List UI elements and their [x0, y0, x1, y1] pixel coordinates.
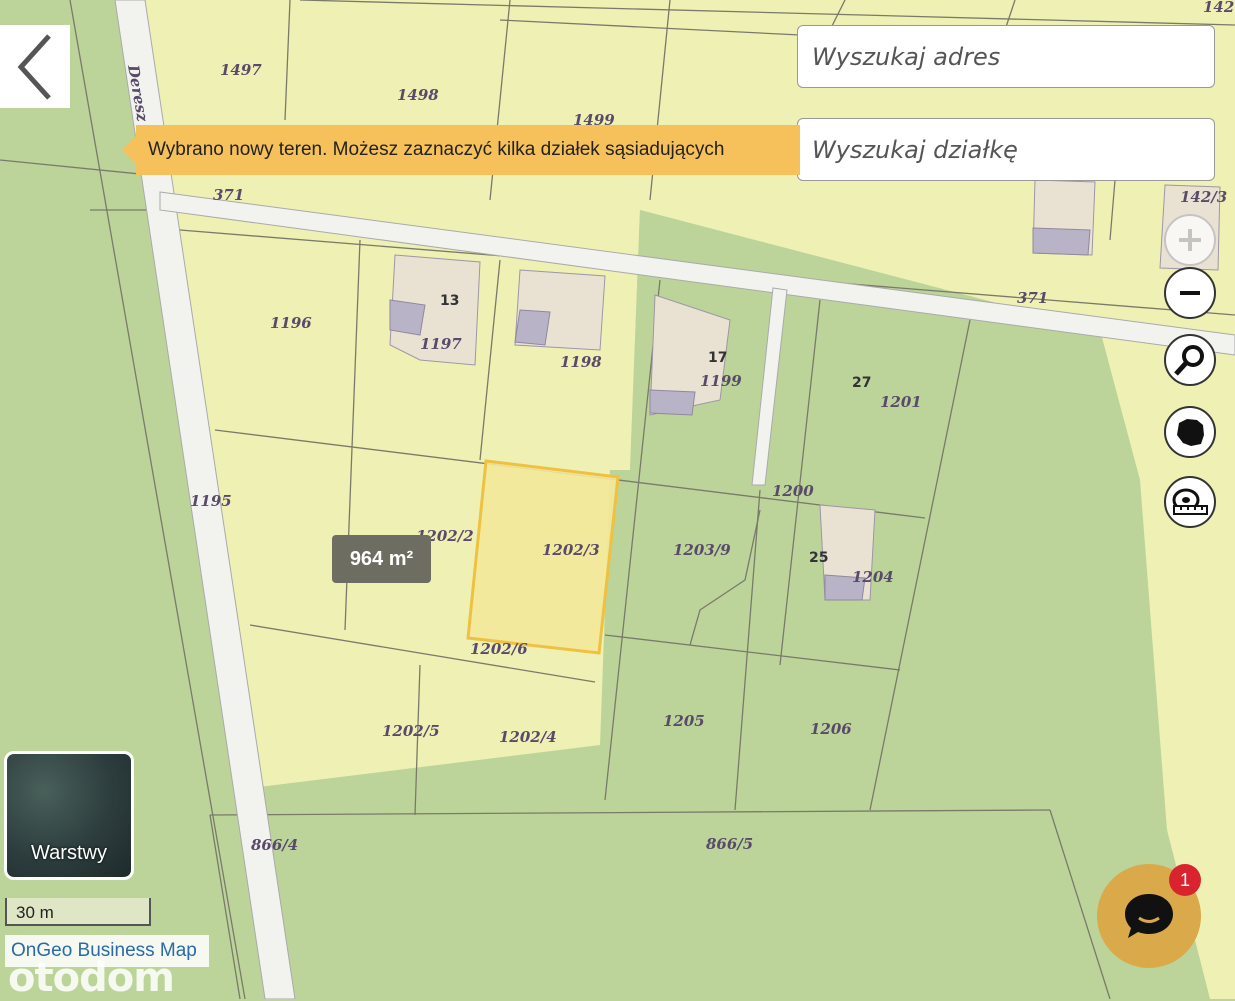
notification-badge: 1: [1169, 864, 1201, 896]
address-search-field[interactable]: [797, 25, 1215, 88]
watermark: otodom: [8, 955, 175, 1001]
minus-icon: [1180, 291, 1200, 295]
parcel-label: 1200: [772, 482, 814, 500]
parcel-label: 1497: [220, 61, 262, 79]
back-button[interactable]: [0, 25, 70, 108]
address-search-input[interactable]: [812, 42, 1214, 71]
scale-bar: 30 m: [5, 898, 151, 926]
parcel-search-field[interactable]: [797, 118, 1215, 181]
parcel-label: 1206: [810, 720, 852, 738]
parcel-label: 142: [1203, 0, 1234, 16]
house-number: 27: [852, 375, 871, 391]
scale-label: 30 m: [16, 903, 54, 922]
parcel-label: 1195: [190, 492, 232, 510]
search-tool-button[interactable]: [1164, 334, 1216, 386]
parcel-search-input[interactable]: [812, 135, 1214, 164]
parcel-label: 1199: [700, 372, 742, 390]
zoom-out-button[interactable]: [1164, 267, 1216, 319]
parcel-label: 866/5: [706, 835, 753, 853]
parcel-label: 1202/6: [470, 640, 528, 658]
measure-tool-button[interactable]: [1164, 476, 1216, 528]
layers-label: Warstwy: [31, 842, 107, 864]
poland-map-icon: [1177, 419, 1204, 446]
tape-measure-icon: [1172, 488, 1208, 515]
street-label: 371: [213, 186, 244, 204]
layers-button[interactable]: Warstwy: [4, 751, 134, 880]
country-view-button[interactable]: [1164, 406, 1216, 458]
parcel-label: 1204: [852, 568, 894, 586]
area-value: 964 m²: [349, 547, 414, 570]
parcel-label: 1202/4: [499, 728, 557, 746]
plus-icon: [1179, 229, 1201, 251]
parcel-label: 1197: [420, 335, 462, 353]
house-number: 13: [440, 293, 459, 309]
parcel-label: 1202/5: [382, 722, 440, 740]
parcel-label: 1198: [560, 353, 602, 371]
chevron-left-icon: [17, 33, 51, 100]
parcel-label: 1498: [397, 86, 439, 104]
notification-count: 1: [1179, 869, 1190, 890]
area-badge: 964 m²: [332, 535, 431, 583]
parcel-label: 866/4: [251, 836, 298, 854]
chat-bubble-icon: [1125, 894, 1173, 938]
house-number: 25: [809, 550, 828, 566]
selection-tooltip: Wybrano nowy teren. Możesz zaznaczyć kil…: [122, 125, 800, 175]
house-number: 17: [708, 350, 727, 366]
parcel-label: 1203/9: [673, 541, 731, 559]
parcel-label: 1196: [270, 314, 312, 332]
parcel-label: 1202/3: [542, 541, 600, 559]
tooltip-text: Wybrano nowy teren. Możesz zaznaczyć kil…: [148, 139, 725, 160]
parcel-label: 142/3: [1180, 188, 1227, 206]
parcel-label: 1205: [663, 712, 705, 730]
zoom-in-button[interactable]: [1164, 214, 1216, 266]
street-label: 371: [1017, 289, 1048, 307]
parcel-label: 1201: [880, 393, 922, 411]
magnifier-icon: [1174, 345, 1204, 376]
